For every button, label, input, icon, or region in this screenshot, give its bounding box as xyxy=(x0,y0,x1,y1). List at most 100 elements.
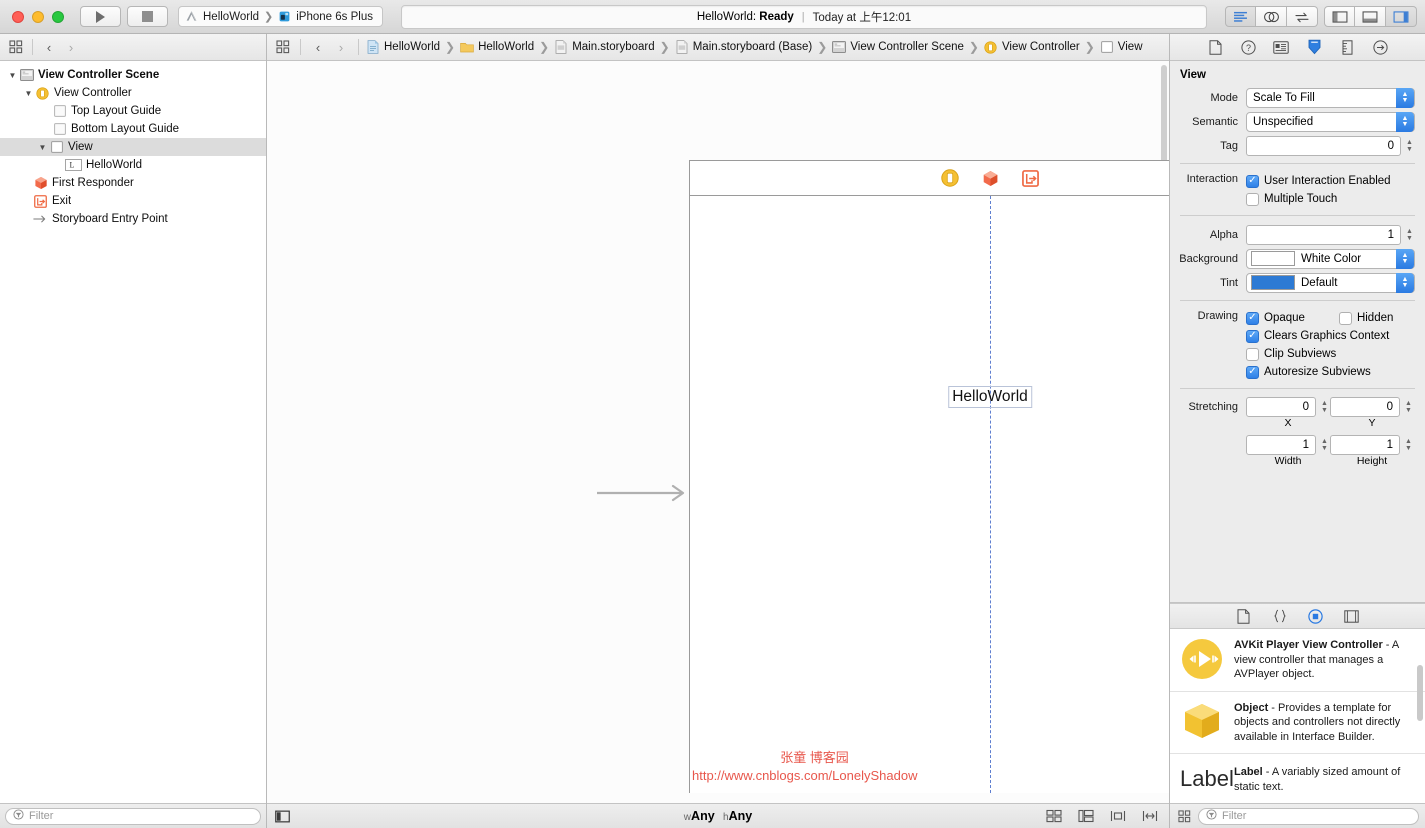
object-library-list[interactable]: AVKit Player View Controller - A view co… xyxy=(1170,629,1425,803)
library-view-mode-button[interactable] xyxy=(1176,808,1192,824)
stretching-height-input[interactable]: 1 xyxy=(1330,435,1400,455)
outline-row-top-layout-guide[interactable]: Top Layout Guide xyxy=(0,102,266,120)
library-item-label[interactable]: Label Label - A variably sized amount of… xyxy=(1170,754,1425,803)
resizing-behavior-button[interactable] xyxy=(1141,808,1159,824)
breadcrumb-item-folder[interactable]: HelloWorld xyxy=(460,40,534,54)
storyboard-canvas[interactable]: HelloWorld 张童 博客园 http://www.cnblogs.com… xyxy=(267,61,1169,803)
file-inspector-tab[interactable] xyxy=(1206,38,1224,56)
scheme-selector[interactable]: HelloWorld ❯ iPhone 6s Plus xyxy=(178,6,383,27)
breadcrumb-item-project[interactable]: HelloWorld xyxy=(366,40,440,54)
library-scrollbar[interactable] xyxy=(1417,665,1423,721)
quick-help-inspector-tab[interactable]: ? xyxy=(1239,38,1257,56)
document-outline-toggle-button[interactable] xyxy=(273,809,291,824)
view-controller-scene[interactable]: HelloWorld 张童 博客园 http://www.cnblogs.com… xyxy=(689,160,1169,793)
tint-color-swatch[interactable] xyxy=(1251,275,1295,290)
stretching-y-input[interactable]: 0 xyxy=(1330,397,1400,417)
device-view[interactable]: HelloWorld 张童 博客园 http://www.cnblogs.com… xyxy=(690,196,1169,793)
stretching-y-stepper[interactable]: ▲ ▼ xyxy=(1403,397,1414,417)
view-controller-icon[interactable] xyxy=(940,168,960,188)
forward-button[interactable]: › xyxy=(61,37,81,57)
back-button[interactable]: ‹ xyxy=(39,37,59,57)
utilities-toggle-button[interactable] xyxy=(1386,6,1417,27)
checkbox-icon[interactable] xyxy=(1246,365,1259,379)
attributes-inspector-tab[interactable] xyxy=(1305,38,1323,56)
checkbox-icon[interactable] xyxy=(1338,311,1352,325)
breadcrumb-item-view[interactable]: View xyxy=(1100,40,1143,54)
outline-row-bottom-layout-guide[interactable]: Bottom Layout Guide xyxy=(0,120,266,138)
background-color-popup[interactable]: White Color ▲ ▼ xyxy=(1246,248,1415,269)
assistant-editor-button[interactable] xyxy=(1256,6,1287,27)
close-window-button[interactable] xyxy=(12,10,24,23)
breadcrumb-label: View Controller Scene xyxy=(850,41,964,53)
outline-row-helloworld-label[interactable]: L HelloWorld xyxy=(0,156,266,174)
stop-button[interactable] xyxy=(127,6,168,27)
breadcrumb-item-storyboard[interactable]: Main.storyboard xyxy=(554,40,655,54)
outline-row-view[interactable]: ▼ View xyxy=(0,138,266,156)
disclosure-triangle-icon[interactable]: ▼ xyxy=(22,89,35,98)
breadcrumb-item-storyboard-base[interactable]: Main.storyboard (Base) xyxy=(675,40,812,54)
checkbox-icon[interactable] xyxy=(1246,329,1259,343)
semantic-popup-button[interactable]: Unspecified ▲ ▼ xyxy=(1246,111,1415,132)
clears-graphics-context-row[interactable]: Clears Graphics Context xyxy=(1246,327,1415,345)
align-button[interactable] xyxy=(1045,808,1063,824)
alpha-stepper[interactable]: ▲ ▼ xyxy=(1404,225,1415,245)
library-item-object[interactable]: Object - Provides a template for objects… xyxy=(1170,692,1425,754)
file-template-library-tab[interactable] xyxy=(1236,608,1252,624)
stretching-x-stepper[interactable]: ▲ ▼ xyxy=(1319,397,1330,417)
connections-inspector-tab[interactable] xyxy=(1371,38,1389,56)
disclosure-triangle-icon[interactable]: ▼ xyxy=(36,143,49,152)
code-snippet-library-tab[interactable] xyxy=(1272,608,1288,624)
mode-popup-button[interactable]: Scale To Fill ▲ ▼ xyxy=(1246,87,1415,108)
editor-forward-button[interactable]: › xyxy=(331,37,351,57)
outline-row-view-controller[interactable]: ▼ View Controller xyxy=(0,84,266,102)
navigator-toggle-button[interactable] xyxy=(1324,6,1355,27)
disclosure-triangle-icon[interactable]: ▼ xyxy=(6,71,19,80)
outline-row-storyboard-entry-point[interactable]: Storyboard Entry Point xyxy=(0,210,266,228)
tag-stepper[interactable]: ▲ ▼ xyxy=(1404,136,1415,156)
library-item-avkit-player-view-controller[interactable]: AVKit Player View Controller - A view co… xyxy=(1170,629,1425,692)
run-button[interactable] xyxy=(80,6,121,27)
editor-back-button[interactable]: ‹ xyxy=(308,37,328,57)
checkbox-icon[interactable] xyxy=(1246,174,1259,188)
pin-button[interactable] xyxy=(1077,808,1095,824)
tint-color-popup[interactable]: Default ▲ ▼ xyxy=(1246,272,1415,293)
multiple-touch-row[interactable]: Multiple Touch xyxy=(1246,190,1391,208)
first-responder-icon[interactable] xyxy=(980,168,1000,188)
stretching-width-stepper[interactable]: ▲ ▼ xyxy=(1319,435,1330,455)
version-editor-button[interactable] xyxy=(1287,6,1318,27)
checkbox-icon[interactable] xyxy=(1246,192,1259,206)
outline-row-view-controller-scene[interactable]: ▼ View Controller Scene xyxy=(0,66,266,84)
related-items-icon[interactable] xyxy=(6,37,26,57)
library-filter-field[interactable]: Filter xyxy=(1198,807,1419,825)
checkbox-icon[interactable] xyxy=(1246,311,1259,325)
zoom-window-button[interactable] xyxy=(52,10,64,23)
related-items-icon[interactable] xyxy=(273,37,293,57)
alpha-input[interactable]: 1 xyxy=(1246,224,1401,245)
stretching-width-input[interactable]: 1 xyxy=(1246,435,1316,455)
identity-inspector-tab[interactable] xyxy=(1272,38,1290,56)
size-inspector-tab[interactable] xyxy=(1338,38,1356,56)
navigator-filter-field[interactable]: Filter xyxy=(5,807,261,825)
resolve-auto-layout-issues-button[interactable] xyxy=(1109,808,1127,824)
outline-row-exit[interactable]: Exit xyxy=(0,192,266,210)
checkbox-icon[interactable] xyxy=(1246,347,1259,361)
stretching-height-stepper[interactable]: ▲ ▼ xyxy=(1403,435,1414,455)
helloworld-label[interactable]: HelloWorld xyxy=(948,386,1032,408)
clip-subviews-row[interactable]: Clip Subviews xyxy=(1246,345,1415,363)
media-library-tab[interactable] xyxy=(1344,608,1360,624)
minimize-window-button[interactable] xyxy=(32,10,44,23)
debug-area-toggle-button[interactable] xyxy=(1355,6,1386,27)
breadcrumb-item-scene[interactable]: View Controller Scene xyxy=(832,40,964,54)
tag-input[interactable]: 0 xyxy=(1246,135,1401,156)
user-interaction-enabled-row[interactable]: User Interaction Enabled xyxy=(1246,172,1391,190)
size-class-indicator[interactable]: wAny hAny xyxy=(684,809,752,823)
stretching-x-input[interactable]: 0 xyxy=(1246,397,1316,417)
breadcrumb-item-view-controller[interactable]: View Controller xyxy=(984,40,1080,54)
outline-row-first-responder[interactable]: First Responder xyxy=(0,174,266,192)
autoresize-subviews-row[interactable]: Autoresize Subviews xyxy=(1246,363,1415,381)
background-color-swatch[interactable] xyxy=(1251,251,1295,266)
object-library-tab[interactable] xyxy=(1308,608,1324,624)
standard-editor-button[interactable] xyxy=(1225,6,1256,27)
status-primary: HelloWorld: Ready xyxy=(697,11,794,23)
exit-icon[interactable] xyxy=(1020,168,1040,188)
